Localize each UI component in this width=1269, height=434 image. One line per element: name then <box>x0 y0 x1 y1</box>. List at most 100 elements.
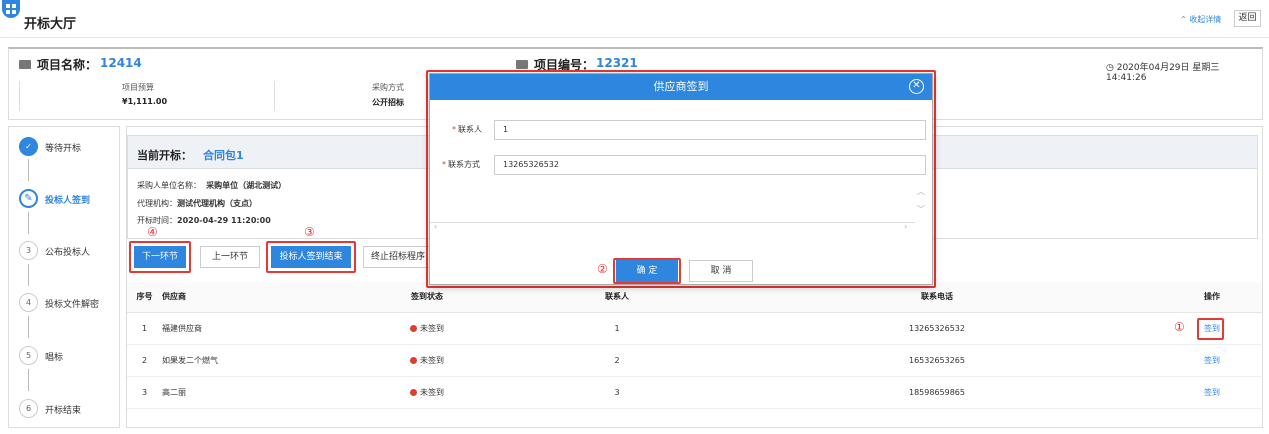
status-dot-icon <box>410 356 417 364</box>
table-row: 1 福建供应商 未签到 1 13265326532 ① 签到 <box>127 312 1262 345</box>
col-op: 操作 <box>1162 282 1262 313</box>
scroll-left-icon[interactable]: ‹ <box>434 222 437 231</box>
step-label[interactable]: 公布投标人 <box>45 245 90 258</box>
step-number: 5 <box>19 346 38 365</box>
prev-step-button[interactable]: 上一环节 <box>200 246 260 268</box>
row-op: 签到 <box>1162 376 1262 409</box>
table-row: 2 如果发二个燃气 未签到 2 16532653265 签到 <box>127 344 1262 377</box>
col-supplier: 供应商 <box>162 282 332 313</box>
row-phone: 13265326532 <box>712 312 1162 345</box>
highlight-box <box>1197 317 1224 340</box>
page-title: 开标大厅 <box>24 17 77 32</box>
status-badge: 未签到 <box>332 344 522 377</box>
status-text: 未签到 <box>420 387 444 397</box>
contact-label-text: 联系人 <box>458 125 482 134</box>
divider <box>274 81 275 111</box>
step-label[interactable]: 开标结束 <box>45 403 81 416</box>
sign-in-link[interactable]: 签到 <box>1204 356 1220 365</box>
time-value: 2020-04-29 11:20:00 <box>177 216 271 225</box>
step-connector <box>28 316 29 338</box>
scroll-right-icon[interactable]: › <box>904 222 907 231</box>
row-no: 1 <box>127 312 162 345</box>
step-number: 4 <box>19 293 38 312</box>
project-name: 12414 <box>100 56 142 70</box>
row-contact: 2 <box>522 344 712 377</box>
collapse-details-link[interactable]: ⌃ 收起详情 <box>1180 14 1221 25</box>
buyer-value: 采购单位（湖北测试） <box>206 181 287 190</box>
required-mark: * <box>442 160 446 169</box>
step-connector <box>28 264 29 286</box>
marker-4: ④ <box>147 225 158 239</box>
step-connector <box>28 212 29 234</box>
next-step-button[interactable]: 下一环节 <box>134 246 186 268</box>
table-row: 3 高二丽 未签到 3 18598659865 签到 <box>127 376 1262 409</box>
scroll-track <box>430 222 915 223</box>
finish-signin-button[interactable]: 投标人签到结束 <box>271 246 351 268</box>
step-connector <box>28 159 29 181</box>
hall-icon <box>2 0 20 18</box>
row-contact: 3 <box>522 376 712 409</box>
project-name-label: 项目名称： <box>37 58 98 72</box>
datetime: ◷ 2020年04月29日 星期三 14:41:26 <box>1106 60 1262 83</box>
edit-icon: ✎ <box>19 189 38 208</box>
required-mark: * <box>452 125 456 134</box>
method-label: 采购方式 <box>372 83 404 92</box>
marker-3: ③ <box>304 225 315 239</box>
marker-2: ② <box>597 262 608 276</box>
agent-label: 代理机构： <box>137 199 177 208</box>
supplier-signin-modal: 供应商签到 ✕ * 联系人 1 * 联系方式 13265326532 ︿ ﹀ ‹ ›… <box>429 73 933 285</box>
project-code: 12321 <box>596 56 638 70</box>
agent-value: 测试代理机构（支点） <box>177 199 257 208</box>
step-number: 3 <box>19 241 38 260</box>
package-name: 合同包1 <box>203 149 244 162</box>
row-supplier: 如果发二个燃气 <box>162 344 332 377</box>
datetime-text: 2020年04月29日 星期三 14:41:26 <box>1106 63 1220 83</box>
modal-scroll-area[interactable]: ︿ ﹀ ‹ › <box>430 186 930 236</box>
step-label[interactable]: 投标文件解密 <box>45 297 99 310</box>
col-no: 序号 <box>127 282 162 313</box>
divider <box>19 81 20 111</box>
modal-header: 供应商签到 ✕ <box>430 74 932 100</box>
clock-icon: ◷ <box>1106 63 1117 73</box>
step-number: 6 <box>19 399 38 418</box>
row-no: 3 <box>127 376 162 409</box>
step-label[interactable]: 等待开标 <box>45 141 81 154</box>
buyer-label: 采购人单位名称： <box>137 181 201 190</box>
row-op: 签到 <box>1162 344 1262 377</box>
step-label-active[interactable]: 投标人签到 <box>45 193 90 206</box>
phone-input[interactable]: 13265326532 <box>494 155 926 175</box>
row-supplier: 福建供应商 <box>162 312 332 345</box>
marker-1: ① <box>1174 319 1185 334</box>
top-bar: 开标大厅 ⌃ 收起详情 返回 <box>0 0 1269 38</box>
sign-in-link[interactable]: 签到 <box>1204 388 1220 397</box>
budget-label: 项目预算 <box>122 83 154 92</box>
status-badge: 未签到 <box>332 312 522 345</box>
row-op: ① 签到 <box>1162 312 1262 345</box>
step-connector <box>28 369 29 391</box>
project-code-icon <box>516 60 528 69</box>
step-sidebar: ✓ 等待开标 ✎ 投标人签到 3 公布投标人 4 投标文件解密 5 唱标 6 开… <box>8 126 120 428</box>
step-label[interactable]: 唱标 <box>45 350 63 363</box>
row-no: 2 <box>127 344 162 377</box>
time-label: 开标时间： <box>137 216 177 225</box>
contact-label: * 联系人 <box>452 124 482 135</box>
scroll-up-icon[interactable]: ︿ <box>917 186 925 197</box>
cancel-button[interactable]: 取 消 <box>689 260 753 282</box>
scroll-down-icon[interactable]: ﹀ <box>917 204 925 215</box>
back-button[interactable]: 返回 <box>1234 10 1261 27</box>
contact-input[interactable]: 1 <box>494 120 926 140</box>
row-contact: 1 <box>522 312 712 345</box>
terminate-button[interactable]: 终止招标程序 <box>363 246 433 268</box>
status-dot-icon <box>410 324 417 332</box>
status-text: 未签到 <box>420 355 444 365</box>
phone-label: * 联系方式 <box>442 159 480 170</box>
status-text: 未签到 <box>420 323 444 333</box>
close-icon[interactable]: ✕ <box>909 79 924 94</box>
phone-label-text: 联系方式 <box>448 160 480 169</box>
row-phone: 18598659865 <box>712 376 1162 409</box>
project-icon <box>19 60 31 69</box>
confirm-button[interactable]: 确 定 <box>616 260 678 282</box>
agent-info: 代理机构：测试代理机构（支点） <box>137 198 257 209</box>
modal-title: 供应商签到 <box>653 80 709 93</box>
buyer-info: 采购人单位名称： 采购单位（湖北测试） <box>137 180 286 191</box>
